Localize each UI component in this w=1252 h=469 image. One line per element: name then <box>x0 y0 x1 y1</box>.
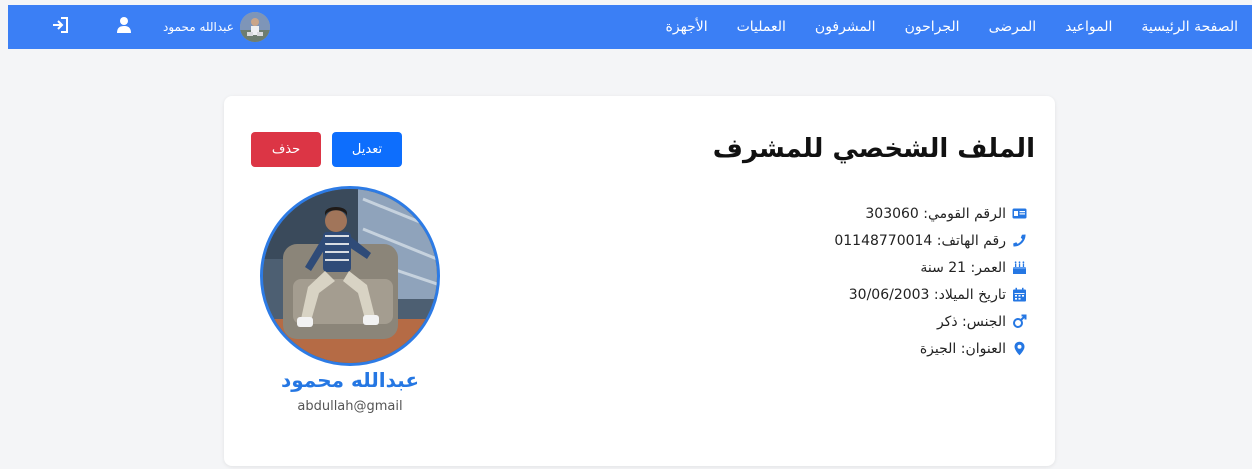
info-text: العنوان: الجيزة <box>919 340 1006 357</box>
nav-link-operations[interactable]: العمليات <box>737 19 786 35</box>
info-birthdate: تاريخ الميلاد: 30/06/2003 <box>767 281 1027 308</box>
profile-name: عبدالله محمود <box>280 368 419 392</box>
male-gender-icon <box>1012 314 1027 329</box>
edit-button[interactable]: تعديل <box>332 132 402 167</box>
nav-user-menu[interactable]: عبدالله محمود <box>163 11 270 43</box>
nav-links: الصفحة الرئيسية المواعيد المرضى الجراحون… <box>666 5 1238 49</box>
nav-link-devices[interactable]: الأجهزة <box>666 19 708 35</box>
info-age: العمر: 21 سنة <box>767 254 1027 281</box>
info-text: الرقم القومي: 303060 <box>865 205 1006 222</box>
info-text: الجنس: ذكر <box>936 313 1006 330</box>
top-navbar: الصفحة الرئيسية المواعيد المرضى الجراحون… <box>8 5 1252 49</box>
info-text: رقم الهاتف: 01148770014 <box>834 232 1006 249</box>
nav-link-appointments[interactable]: المواعيد <box>1065 19 1112 35</box>
calendar-icon <box>1012 287 1027 302</box>
birthday-cake-icon <box>1012 260 1027 275</box>
info-phone: رقم الهاتف: 01148770014 <box>767 227 1027 254</box>
info-text: تاريخ الميلاد: 30/06/2003 <box>848 286 1006 303</box>
profile-info-list: الرقم القومي: 303060 رقم الهاتف: 0114877… <box>767 200 1027 362</box>
profile-email: abdullah@gmail <box>297 399 403 414</box>
nav-link-patients[interactable]: المرضى <box>989 19 1037 35</box>
info-address: العنوان: الجيزة <box>767 335 1027 362</box>
nav-username[interactable]: عبدالله محمود <box>163 20 234 34</box>
profile-card: الملف الشخصي للمشرف تعديل حذف الرقم القو… <box>224 96 1055 466</box>
profile-photo <box>263 189 437 363</box>
info-text: العمر: 21 سنة <box>920 259 1006 276</box>
info-national-id: الرقم القومي: 303060 <box>767 200 1027 227</box>
location-pin-icon <box>1012 341 1027 356</box>
user-avatar[interactable] <box>239 12 270 42</box>
delete-button[interactable]: حذف <box>251 132 321 167</box>
nav-link-surgeons[interactable]: الجراحون <box>905 19 960 35</box>
nav-link-home[interactable]: الصفحة الرئيسية <box>1141 19 1238 35</box>
user-icon[interactable] <box>114 16 132 36</box>
avatar-photo <box>239 12 270 42</box>
id-card-icon <box>1012 206 1027 221</box>
info-gender: الجنس: ذكر <box>767 308 1027 335</box>
page-title: الملف الشخصي للمشرف <box>712 134 1035 164</box>
nav-link-supervisors[interactable]: المشرفون <box>815 19 876 35</box>
profile-avatar <box>260 186 440 366</box>
phone-icon <box>1012 233 1027 248</box>
logout-icon[interactable] <box>52 16 70 36</box>
